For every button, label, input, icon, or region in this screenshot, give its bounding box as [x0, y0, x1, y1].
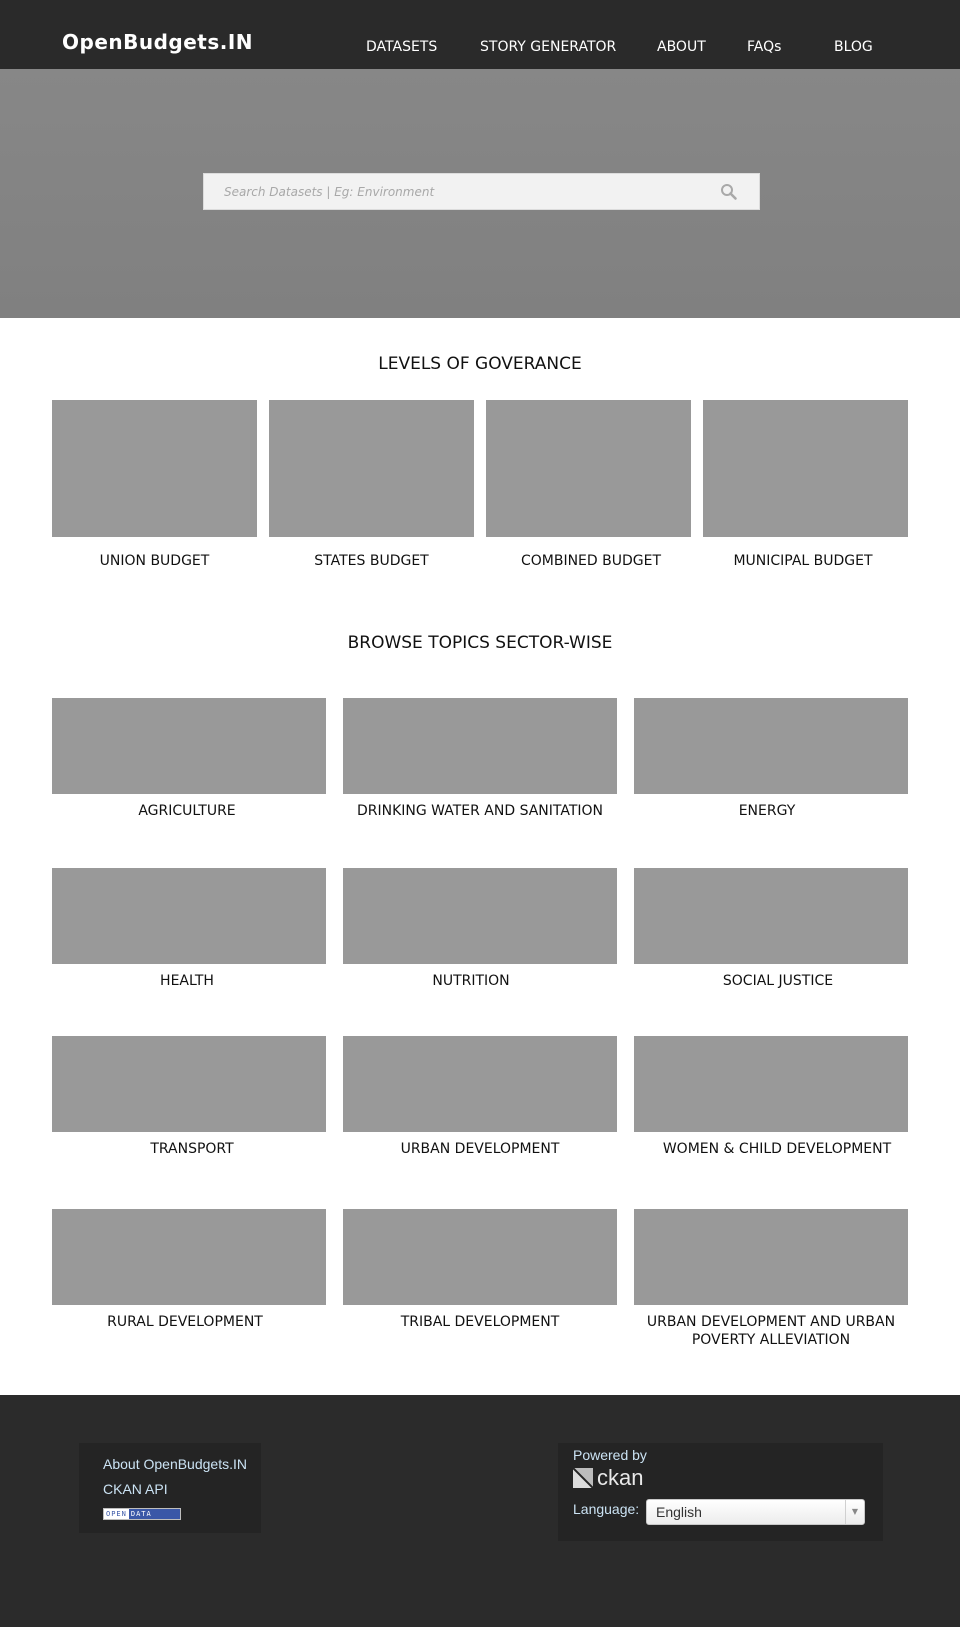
card-label: HEALTH	[160, 973, 214, 989]
card-label: ENERGY	[738, 803, 796, 819]
card-label: URBAN DEVELOPMENT	[400, 1141, 560, 1157]
search-icon[interactable]	[719, 182, 739, 202]
governance-card-union[interactable]: UNION BUDGET	[52, 400, 257, 575]
card-image	[634, 1209, 908, 1305]
footer-powered-panel: Powered by ckan Language: English ▼	[558, 1443, 883, 1541]
open-data-badge[interactable]: OPEN DATA	[103, 1508, 181, 1520]
search-input[interactable]	[204, 174, 704, 209]
hero-banner	[0, 69, 960, 318]
language-select[interactable]: English ▼	[646, 1499, 865, 1525]
card-image	[343, 1209, 617, 1305]
card-label: TRIBAL DEVELOPMENT	[400, 1314, 560, 1330]
card-label: STATES BUDGET	[314, 553, 429, 569]
topic-card-tribal-development[interactable]: TRIBAL DEVELOPMENT	[343, 1209, 617, 1349]
nav-faqs[interactable]: FAQs	[747, 39, 781, 55]
topic-card-drinking-water[interactable]: DRINKING WATER AND SANITATION	[343, 698, 617, 828]
topic-card-social-justice[interactable]: SOCIAL JUSTICE	[634, 868, 908, 998]
card-image	[343, 1036, 617, 1132]
card-label: MUNICIPAL BUDGET	[733, 553, 873, 569]
topic-card-transport[interactable]: TRANSPORT	[52, 1036, 326, 1166]
card-label: NUTRITION	[432, 973, 510, 989]
topic-card-agriculture[interactable]: AGRICULTURE	[52, 698, 326, 828]
card-image	[269, 400, 474, 537]
topic-card-rural-development[interactable]: RURAL DEVELOPMENT	[52, 1209, 326, 1349]
site-footer: About OpenBudgets.IN CKAN API OPEN DATA …	[0, 1395, 960, 1627]
topic-card-urban-development[interactable]: URBAN DEVELOPMENT	[343, 1036, 617, 1166]
card-label: URBAN DEVELOPMENT AND URBAN POVERTY ALLE…	[646, 1314, 896, 1348]
nav-story-generator[interactable]: STORY GENERATOR	[480, 39, 616, 55]
topic-card-energy[interactable]: ENERGY	[634, 698, 908, 828]
card-label: COMBINED BUDGET	[520, 553, 662, 569]
powered-by-label: Powered by	[573, 1447, 647, 1463]
topics-section-title: BROWSE TOPICS SECTOR-WISE	[347, 633, 613, 653]
card-image	[703, 400, 908, 537]
card-image	[52, 400, 257, 537]
card-label: SOCIAL JUSTICE	[722, 973, 834, 989]
card-label: TRANSPORT	[150, 1141, 234, 1157]
governance-section-title: LEVELS OF GOVERANCE	[378, 354, 582, 374]
governance-card-states[interactable]: STATES BUDGET	[269, 400, 474, 575]
card-image	[52, 868, 326, 964]
card-image	[52, 1209, 326, 1305]
card-image	[634, 698, 908, 794]
language-dropdown-toggle[interactable]: ▼	[845, 1500, 864, 1524]
badge-open-text: OPEN	[104, 1509, 129, 1519]
footer-link-about[interactable]: About OpenBudgets.IN	[103, 1456, 247, 1472]
footer-link-ckan-api[interactable]: CKAN API	[103, 1481, 168, 1497]
card-image	[52, 698, 326, 794]
card-label: AGRICULTURE	[138, 803, 236, 819]
card-image	[486, 400, 691, 537]
topic-card-women-child[interactable]: WOMEN & CHILD DEVELOPMENT	[634, 1036, 908, 1166]
card-label: DRINKING WATER AND SANITATION	[356, 803, 604, 819]
card-image	[634, 868, 908, 964]
card-image	[634, 1036, 908, 1132]
topic-card-health[interactable]: HEALTH	[52, 868, 326, 998]
footer-links-panel: About OpenBudgets.IN CKAN API OPEN DATA	[79, 1443, 261, 1533]
site-logo[interactable]: OpenBudgets.IN	[62, 30, 253, 54]
governance-card-combined[interactable]: COMBINED BUDGET	[486, 400, 691, 575]
topic-card-urban-poverty[interactable]: URBAN DEVELOPMENT AND URBAN POVERTY ALLE…	[634, 1209, 908, 1349]
card-image	[343, 698, 617, 794]
card-label: WOMEN & CHILD DEVELOPMENT	[662, 1141, 892, 1157]
governance-card-municipal[interactable]: MUNICIPAL BUDGET	[703, 400, 908, 575]
ckan-icon	[573, 1468, 593, 1488]
nav-datasets[interactable]: DATASETS	[366, 39, 437, 55]
chevron-down-icon: ▼	[851, 1507, 859, 1516]
card-label: UNION BUDGET	[99, 553, 210, 569]
ckan-wordmark: ckan	[597, 1465, 644, 1490]
badge-data-text: DATA	[128, 1509, 180, 1519]
top-navbar: OpenBudgets.IN DATASETS STORY GENERATOR …	[0, 0, 960, 70]
search-bar	[203, 173, 760, 210]
nav-blog[interactable]: BLOG	[834, 39, 873, 55]
ckan-logo[interactable]: ckan	[573, 1467, 643, 1489]
nav-about[interactable]: ABOUT	[657, 39, 706, 55]
card-image	[52, 1036, 326, 1132]
language-label: Language:	[573, 1501, 640, 1517]
card-label: RURAL DEVELOPMENT	[107, 1314, 263, 1330]
language-selected-value: English	[656, 1504, 702, 1520]
card-image	[343, 868, 617, 964]
topic-card-nutrition[interactable]: NUTRITION	[343, 868, 617, 998]
